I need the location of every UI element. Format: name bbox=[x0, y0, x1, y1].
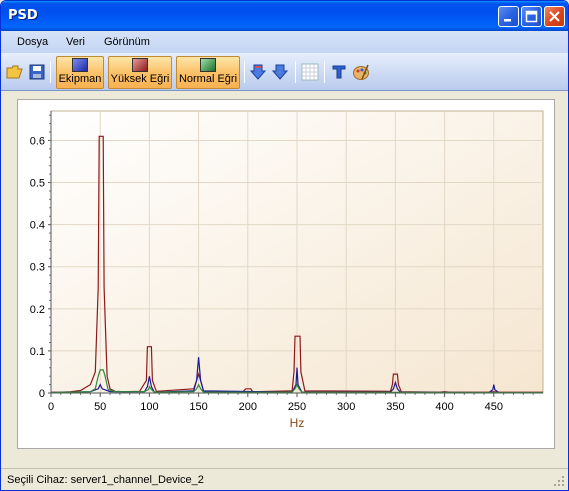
menu-dosya[interactable]: Dosya bbox=[17, 36, 48, 48]
y-tick-label: 0.5 bbox=[30, 178, 45, 190]
status-text: Seçili Cihaz: server1_channel_Device_2 bbox=[7, 474, 204, 486]
title-bar[interactable]: PSD bbox=[1, 1, 568, 31]
toolbar-separator bbox=[50, 61, 51, 83]
ekipman-swatch bbox=[72, 58, 88, 72]
move-down-icon[interactable] bbox=[249, 63, 267, 81]
normal-egri-label: Normal Eğri bbox=[178, 73, 238, 85]
x-tick-label: 300 bbox=[337, 401, 355, 413]
x-tick-label: 50 bbox=[94, 401, 106, 413]
ekipman-label: Ekipman bbox=[58, 73, 102, 85]
minimize-icon bbox=[504, 19, 511, 22]
status-bar: Seçili Cihaz: server1_channel_Device_2 bbox=[1, 468, 568, 490]
yuksek-egri-button[interactable]: Yüksek Eğri bbox=[108, 56, 172, 89]
close-icon bbox=[549, 11, 560, 22]
toolbar: Ekipman Yüksek Eğri Normal Eğri bbox=[1, 53, 568, 91]
x-tick-label: 250 bbox=[288, 401, 306, 413]
palette-icon[interactable] bbox=[352, 63, 370, 81]
toolbar-separator bbox=[244, 61, 245, 83]
maximize-button[interactable] bbox=[521, 6, 542, 27]
y-tick-label: 0.2 bbox=[30, 304, 45, 316]
window-title: PSD bbox=[8, 8, 38, 23]
menu-bar: Dosya Veri Görünüm bbox=[1, 31, 568, 53]
maximize-icon bbox=[525, 10, 538, 23]
toolbar-separator bbox=[324, 61, 325, 83]
x-tick-label: 450 bbox=[485, 401, 503, 413]
y-tick-label: 0.4 bbox=[30, 220, 45, 232]
main-panel: 0 0.1 0.2 0.3 0.4 0.5 0.6 0 50 100 150 200 250 300 350… bbox=[7, 91, 563, 466]
psd-window: PSD Dosya Veri Görünüm Ekipman Yüksek Eğ… bbox=[0, 0, 569, 491]
x-tick-label: 350 bbox=[386, 401, 404, 413]
ekipman-button[interactable]: Ekipman bbox=[56, 56, 104, 89]
save-icon[interactable] bbox=[28, 63, 46, 81]
y-tick-label: 0.6 bbox=[30, 135, 45, 147]
menu-veri[interactable]: Veri bbox=[66, 36, 85, 48]
minimize-button[interactable] bbox=[498, 6, 519, 27]
close-button[interactable] bbox=[544, 6, 565, 27]
yuksek-egri-label: Yüksek Eğri bbox=[110, 73, 170, 85]
y-tick-label: 0.3 bbox=[30, 262, 45, 274]
grid-icon[interactable] bbox=[301, 63, 319, 81]
open-folder-icon[interactable] bbox=[6, 63, 24, 81]
x-tick-label: 0 bbox=[48, 401, 54, 413]
psd-chart: 0 0.1 0.2 0.3 0.4 0.5 0.6 0 50 100 150 200 250 300 350… bbox=[30, 110, 544, 430]
x-axis-label: Hz bbox=[290, 416, 305, 430]
resize-grip-icon[interactable] bbox=[553, 475, 565, 487]
y-tick-label: 0.1 bbox=[30, 346, 45, 358]
y-tick-label: 0 bbox=[39, 388, 45, 400]
menu-gorunum[interactable]: Görünüm bbox=[104, 36, 150, 48]
x-tick-label: 200 bbox=[239, 401, 257, 413]
chart-container: 0 0.1 0.2 0.3 0.4 0.5 0.6 0 50 100 150 200 250 300 350… bbox=[17, 99, 555, 449]
x-tick-label: 400 bbox=[435, 401, 453, 413]
normal-egri-button[interactable]: Normal Eğri bbox=[176, 56, 240, 89]
x-tick-label: 150 bbox=[189, 401, 207, 413]
yuksek-egri-swatch bbox=[132, 58, 148, 72]
normal-egri-swatch bbox=[200, 58, 216, 72]
text-format-icon[interactable] bbox=[330, 63, 348, 81]
toolbar-separator bbox=[295, 61, 296, 83]
move-down-alt-icon[interactable] bbox=[271, 63, 289, 81]
x-tick-label: 100 bbox=[140, 401, 158, 413]
